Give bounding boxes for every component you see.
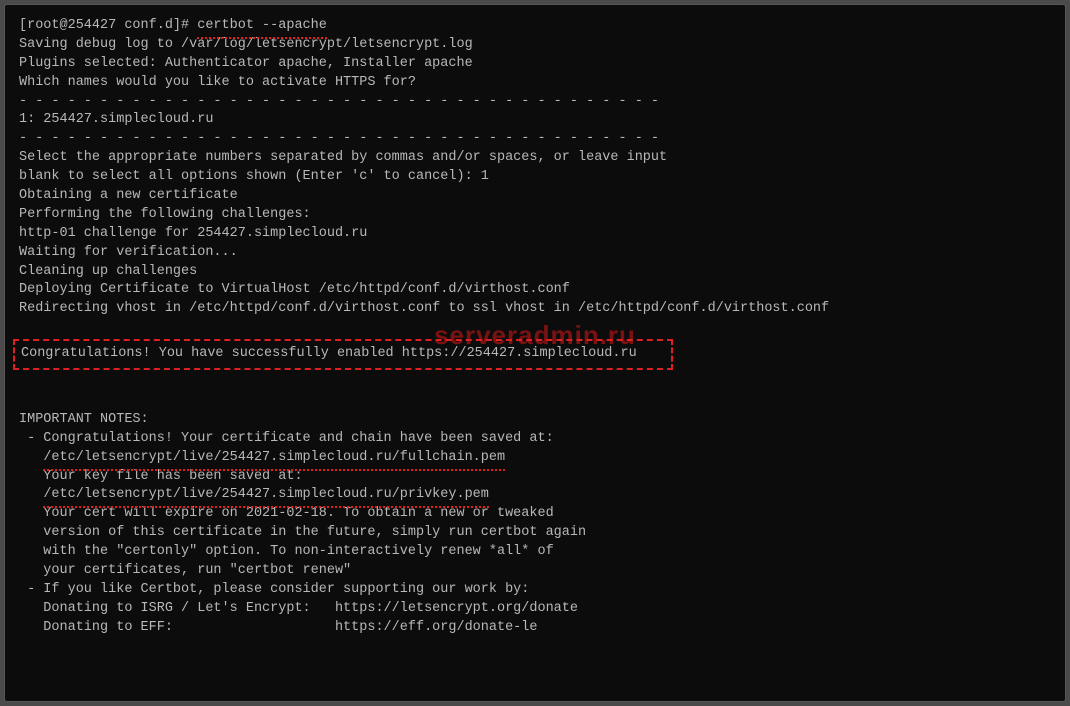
notes-line: - If you like Certbot, please consider s… (19, 581, 1051, 600)
output-line: Deploying Certificate to VirtualHost /et… (19, 281, 1051, 300)
domain-option: 1: 254427.simplecloud.ru (19, 111, 1051, 130)
donate-line: Donating to ISRG / Let's Encrypt: https:… (19, 600, 1051, 619)
notes-line: with the "certonly" option. To non-inter… (19, 543, 1051, 562)
output-line: Obtaining a new certificate (19, 187, 1051, 206)
output-line: Plugins selected: Authenticator apache, … (19, 55, 1051, 74)
terminal-window[interactable]: [root@254427 conf.d]# certbot --apache S… (4, 4, 1066, 702)
notes-line: your certificates, run "certbot renew" (19, 562, 1051, 581)
output-line: Select the appropriate numbers separated… (19, 149, 1051, 168)
output-line: blank to select all options shown (Enter… (19, 168, 1051, 187)
output-line: Cleaning up challenges (19, 263, 1051, 282)
dash-separator: - - - - - - - - - - - - - - - - - - - - … (19, 93, 1051, 112)
output-line: Saving debug log to /var/log/letsencrypt… (19, 36, 1051, 55)
privkey-path-line: /etc/letsencrypt/live/254427.simplecloud… (19, 486, 1051, 505)
blank-line (19, 373, 1051, 392)
blank-line (19, 392, 1051, 411)
command-text: certbot --apache (197, 17, 327, 36)
output-line: http-01 challenge for 254427.simplecloud… (19, 225, 1051, 244)
output-line: Waiting for verification... (19, 244, 1051, 263)
fullchain-path: /etc/letsencrypt/live/254427.simplecloud… (43, 449, 505, 468)
notes-line: - Congratulations! Your certificate and … (19, 430, 1051, 449)
congratulations-text: Congratulations! You have successfully e… (21, 346, 637, 361)
donate-line: Donating to EFF: https://eff.org/donate-… (19, 619, 1051, 638)
notes-line: version of this certificate in the futur… (19, 524, 1051, 543)
output-line: Performing the following challenges: (19, 206, 1051, 225)
fullchain-path-line: /etc/letsencrypt/live/254427.simplecloud… (19, 449, 1051, 468)
important-notes-heading: IMPORTANT NOTES: (19, 411, 1051, 430)
privkey-path: /etc/letsencrypt/live/254427.simplecloud… (43, 486, 489, 505)
dash-separator: - - - - - - - - - - - - - - - - - - - - … (19, 130, 1051, 149)
watermark-row: serveradmin.ru (19, 319, 1051, 338)
prompt-line: [root@254427 conf.d]# certbot --apache (19, 17, 1051, 36)
output-line: Which names would you like to activate H… (19, 74, 1051, 93)
shell-prompt: [root@254427 conf.d]# (19, 18, 197, 33)
congratulations-highlight-box: Congratulations! You have successfully e… (13, 339, 673, 370)
